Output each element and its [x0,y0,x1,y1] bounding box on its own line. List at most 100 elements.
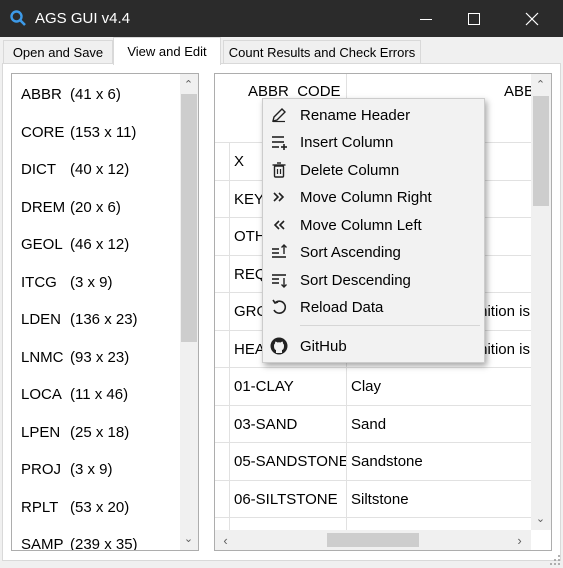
group-dims: (46 x 12) [70,236,130,253]
group-dims: (53 x 20) [70,499,130,516]
menu-item-sort-ascending[interactable]: Sort Ascending [263,239,484,266]
menu-label: Delete Column [300,162,400,179]
sort-descending-icon [272,274,287,288]
menu-item-insert-column[interactable]: Insert Column [263,129,484,156]
menu-label: Reload Data [300,299,384,316]
group-name: SAMP [21,536,64,551]
group-name: PROJ [21,461,62,478]
app-logo-icon [10,10,26,26]
group-dims: (3 x 9) [70,274,113,291]
sort-ascending-icon [272,244,287,258]
list-item[interactable]: LOCA (11 x 46) [21,386,128,403]
tab-view-and-edit[interactable]: View and Edit [113,37,221,65]
group-dims: (11 x 46) [70,386,129,403]
list-item[interactable]: ITCG (3 x 9) [21,274,113,291]
github-icon [270,337,288,355]
minimize-icon [420,18,432,20]
table-cell[interactable]: Sand [347,406,530,443]
scroll-thumb[interactable] [533,96,549,206]
group-name: DICT [21,161,56,178]
pencil-icon [272,108,286,123]
table-cell[interactable]: 05-SANDSTONE [230,443,346,480]
menu-label: Move Column Left [300,217,422,234]
scroll-up-icon[interactable]: ⌃ [180,78,197,91]
list-vertical-scrollbar[interactable]: ⌃ ⌄ [180,74,198,550]
tab-label: Open and Save [12,45,104,60]
tab-label: Count Results and Check Errors [228,45,416,60]
list-item[interactable]: PROJ (3 x 9) [21,461,113,478]
group-list[interactable]: ABBR (41 x 6) CORE (153 x 11) DICT (40 x 12… [11,73,199,551]
scroll-down-icon[interactable]: ⌄ [180,532,197,545]
menu-item-move-column-right[interactable]: Move Column Right [263,184,484,211]
list-item[interactable]: DICT (40 x 12) [21,161,129,178]
group-name: ABBR [21,86,62,103]
group-name: LOCA [21,386,62,403]
group-name: ITCG [21,274,57,291]
tab-open-and-save[interactable]: Open and Save [3,40,113,64]
list-item[interactable]: CORE (153 x 11) [21,124,136,141]
table-cell[interactable]: 01-CLAY [230,368,346,405]
list-item[interactable]: DREM (20 x 6) [21,199,121,216]
trash-icon [272,162,286,178]
insert-column-icon [272,136,287,150]
menu-item-rename-header[interactable]: Rename Header [263,102,484,129]
list-item[interactable]: LPEN (25 x 18) [21,424,129,441]
table-horizontal-scrollbar[interactable]: ‹ › [215,530,531,550]
group-dims: (20 x 6) [70,199,121,216]
maximize-icon [468,12,480,25]
tab-label: View and Edit [127,44,207,59]
group-name: LPEN [21,424,61,441]
group-dims: (25 x 18) [70,424,130,441]
maximize-button[interactable] [451,0,497,37]
menu-label: Move Column Right [300,189,432,206]
group-dims: (136 x 23) [70,311,138,328]
row-divider [215,517,531,518]
double-chevron-right-icon [273,192,285,202]
list-item[interactable]: LDEN (136 x 23) [21,311,138,328]
list-item[interactable]: RPLT (53 x 20) [21,499,129,516]
list-item[interactable]: GEOL (46 x 12) [21,236,129,253]
menu-item-sort-descending[interactable]: Sort Descending [263,267,484,294]
table-cell[interactable]: 03-SAND [230,406,346,443]
close-icon [525,12,539,25]
scroll-down-icon[interactable]: ⌄ [532,512,549,525]
table-cell[interactable]: Sandstone [347,443,530,480]
group-name: LNMC [21,349,64,366]
scroll-up-icon[interactable]: ⌃ [532,78,549,91]
scroll-left-icon[interactable]: ‹ [217,533,234,548]
column-context-menu: Rename Header Insert Column Delete Colum… [262,98,485,363]
reload-icon [272,299,287,314]
title-bar: AGS GUI v4.4 [0,0,563,37]
table-vertical-scrollbar[interactable]: ⌃ ⌄ [531,74,551,530]
scroll-thumb[interactable] [181,94,197,342]
double-chevron-left-icon [273,220,285,230]
menu-item-delete-column[interactable]: Delete Column [263,157,484,184]
scroll-thumb[interactable] [327,533,419,547]
menu-label: GitHub [300,338,347,355]
table-cell[interactable]: Siltstone [347,481,530,518]
table-cell[interactable]: 06-SILTSTONE [230,481,346,518]
menu-label: Rename Header [300,107,411,124]
tab-bar: Open and Save View and Edit Count Result… [0,37,563,65]
list-item[interactable]: ABBR (41 x 6) [21,86,121,103]
group-dims: (3 x 9) [70,461,113,478]
header-label: ABB [504,83,535,100]
minimize-button[interactable] [403,0,449,37]
group-dims: (239 x 35) [70,536,138,551]
resize-grip-icon[interactable] [549,554,561,566]
group-name: CORE [21,124,65,141]
group-dims: (41 x 6) [70,86,121,103]
list-item[interactable]: SAMP (239 x 35) [21,536,138,551]
list-item[interactable]: LNMC (93 x 23) [21,349,129,366]
menu-item-reload-data[interactable]: Reload Data [263,294,484,321]
close-button[interactable] [509,0,555,37]
menu-item-github[interactable]: GitHub [263,333,484,360]
menu-label: Sort Descending [300,272,411,289]
tab-count-results[interactable]: Count Results and Check Errors [223,40,421,64]
menu-item-move-column-left[interactable]: Move Column Left [263,212,484,239]
table-cell[interactable]: Clay [347,368,530,405]
group-name: GEOL [21,236,63,253]
group-dims: (93 x 23) [70,349,130,366]
menu-label: Sort Ascending [300,244,401,261]
scroll-right-icon[interactable]: › [511,533,528,548]
